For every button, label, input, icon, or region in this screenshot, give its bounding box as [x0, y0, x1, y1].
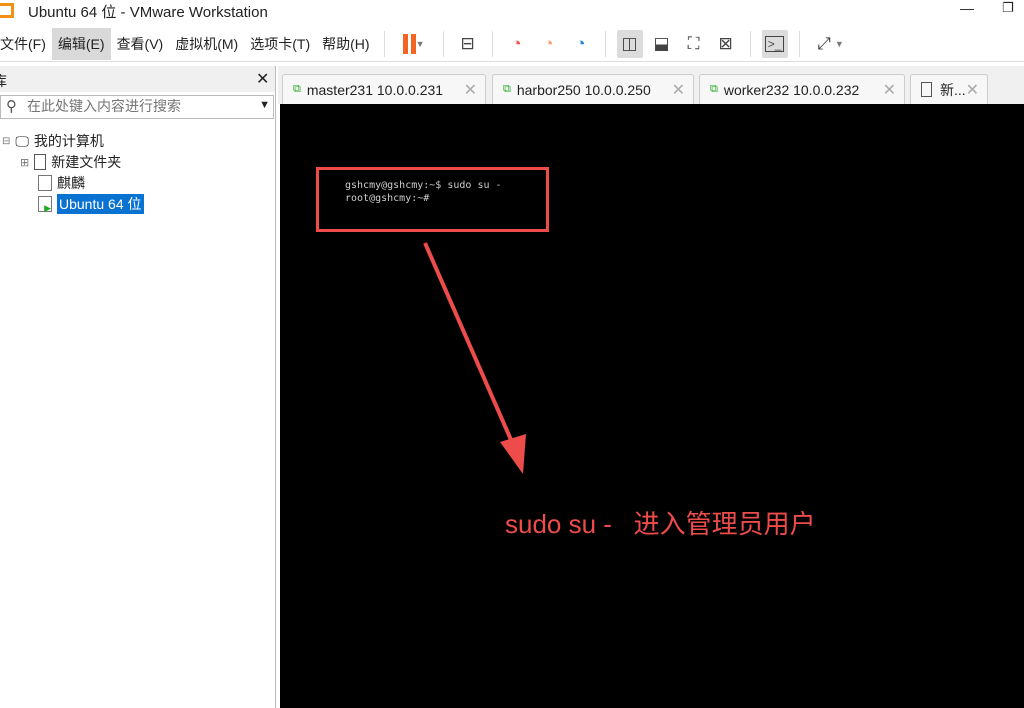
snapshot-revert-icon: ◔	[543, 33, 554, 53]
close-tab-icon[interactable]: ✕	[672, 80, 685, 100]
tab-new-folder[interactable]: 新... ✕	[910, 74, 988, 104]
unity-button[interactable]: ⊠	[713, 30, 739, 58]
show-library-button[interactable]: ◫	[616, 29, 643, 58]
chevron-down-icon: ▼	[415, 38, 425, 49]
bottom-panel-icon: ⬓	[653, 33, 670, 53]
pause-icon	[402, 33, 408, 54]
menu-vm[interactable]: 虚拟机(M)	[169, 28, 244, 60]
terminal-icon: >_	[764, 35, 785, 52]
vmware-logo-icon	[0, 3, 14, 18]
close-tab-icon[interactable]: ✕	[966, 80, 979, 100]
collapse-icon: ⊟	[2, 135, 11, 147]
network-icon: ⊟	[460, 33, 475, 53]
minimize-button[interactable]: —	[960, 0, 974, 16]
annotation-text: sudo su - 进入管理员用户	[505, 509, 816, 539]
restore-button[interactable]: ❐	[1002, 0, 1014, 16]
library-sidebar: 库 ✕ ⚲ ▼ ⊟ 🖵我的计算机 ⊞ 新建文件夹 麒麟 ▶ Ubuntu 64 位	[0, 66, 276, 708]
snapshot-manager-icon: ◔	[575, 33, 586, 53]
vm-running-icon: ⧉	[503, 83, 511, 95]
tree-item-ubuntu[interactable]: ▶ Ubuntu 64 位	[38, 194, 144, 214]
vm-running-icon: ⧉	[710, 83, 718, 95]
window-title: Ubuntu 64 位 - VMware Workstation	[28, 4, 268, 21]
vm-tab-bar: ⧉ master231 10.0.0.231 ✕ ⧉ harbor250 10.0.0…	[278, 66, 1024, 104]
computer-icon: 🖵	[15, 132, 29, 149]
tab-label: worker232 10.0.0.232	[723, 81, 860, 98]
menu-file[interactable]: 文件(F)	[0, 28, 52, 60]
stretch-button[interactable]: ⤢ ▼	[811, 30, 851, 58]
tree-label: 麒麟	[57, 175, 85, 191]
tree-label: 新建文件夹	[51, 154, 122, 170]
pause-button[interactable]: ▼	[396, 30, 432, 58]
sidebar-layout-icon: ◫	[621, 33, 638, 53]
library-title: 库	[0, 71, 7, 91]
menu-help[interactable]: 帮助(H)	[316, 28, 375, 60]
vm-console[interactable]: gshcmy@gshcmy:~$ sudo su - root@gshcmy:~…	[280, 104, 1024, 708]
fullscreen-button[interactable]: ⛶	[681, 30, 707, 58]
tab-worker232[interactable]: ⧉ worker232 10.0.0.232 ✕	[699, 74, 905, 104]
menu-toolbar: 文件(F) 编辑(E) 查看(V) 虚拟机(M) 选项卡(T) 帮助(H) ▼ …	[0, 26, 1024, 62]
search-input[interactable]	[27, 98, 247, 114]
title-bar: Ubuntu 64 位 - VMware Workstation — ❐	[0, 0, 1024, 22]
tab-label: 新...	[940, 81, 966, 98]
menu-edit[interactable]: 编辑(E)	[51, 27, 111, 60]
send-ctrl-alt-del-button[interactable]: ⊟	[455, 30, 481, 58]
snapshot-button[interactable]: ◔	[504, 30, 530, 58]
vm-icon	[38, 175, 52, 191]
tree-item-my-computer[interactable]: ⊟ 🖵 我的计算机	[2, 131, 104, 151]
search-icon: ⚲	[6, 98, 17, 115]
vm-running-icon: ⧉	[293, 83, 301, 95]
tree-item-kylin[interactable]: 麒麟	[38, 173, 85, 193]
expand-icon: ⤢	[817, 33, 831, 53]
expand-icon: ⊞	[20, 156, 30, 169]
tree-label: Ubuntu 64 位	[57, 194, 144, 214]
search-dropdown-icon[interactable]: ▼	[259, 99, 270, 111]
menu-view[interactable]: 查看(V)	[111, 28, 170, 60]
search-box[interactable]: ⚲ ▼	[0, 95, 274, 119]
console-view-button[interactable]: >_	[761, 29, 788, 58]
library-header: 库 ✕	[0, 66, 275, 92]
fullscreen-icon: ⛶	[687, 33, 700, 53]
tab-master231[interactable]: ⧉ master231 10.0.0.231 ✕	[282, 74, 486, 104]
chevron-down-icon: ▼	[834, 38, 844, 49]
snapshot-take-icon: ◔	[511, 33, 522, 53]
close-tab-icon[interactable]: ✕	[883, 80, 896, 100]
tab-harbor250[interactable]: ⧉ harbor250 10.0.0.250 ✕	[492, 74, 694, 104]
menu-tabs[interactable]: 选项卡(T)	[244, 28, 316, 60]
unity-icon: ⊠	[718, 33, 733, 53]
folder-icon	[34, 154, 47, 170]
show-thumbnail-button[interactable]: ⬓	[649, 30, 675, 58]
folder-icon	[921, 82, 932, 97]
close-tab-icon[interactable]: ✕	[464, 80, 477, 100]
tab-label: master231 10.0.0.231	[306, 81, 444, 98]
revert-snapshot-button[interactable]: ◔	[536, 30, 562, 58]
close-library-button[interactable]: ✕	[256, 69, 269, 89]
tree-item-new-folder[interactable]: ⊞ 新建文件夹	[20, 152, 121, 172]
annotation-arrow	[423, 242, 526, 474]
vm-running-icon: ▶	[38, 196, 52, 213]
snapshot-manager-button[interactable]: ◔	[568, 30, 594, 58]
tree-label: 我的计算机	[33, 133, 104, 149]
tab-label: harbor250 10.0.0.250	[516, 81, 651, 98]
